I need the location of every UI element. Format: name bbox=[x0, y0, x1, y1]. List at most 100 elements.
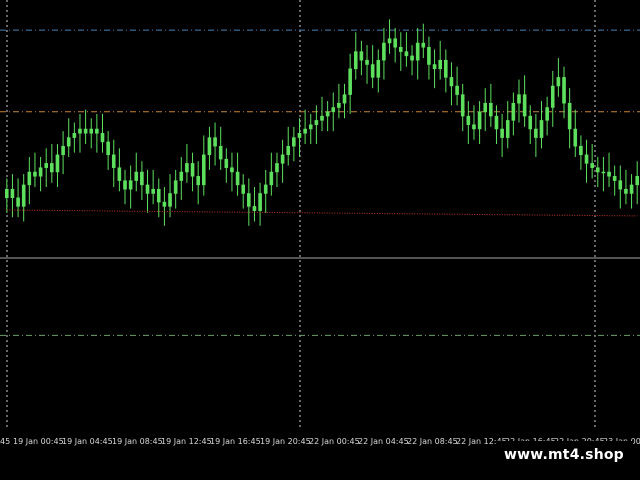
candle-body bbox=[207, 137, 212, 156]
candle-body bbox=[635, 176, 639, 186]
candle-body bbox=[528, 115, 533, 130]
candle-body bbox=[415, 42, 420, 61]
candle-body bbox=[337, 102, 341, 108]
candle-body bbox=[247, 193, 251, 207]
candle-body bbox=[511, 102, 516, 121]
candle-body bbox=[106, 141, 110, 156]
candle-body bbox=[314, 120, 319, 125]
candle-body bbox=[460, 94, 465, 117]
candle-body bbox=[156, 188, 161, 203]
candle-body bbox=[404, 51, 409, 57]
candle-body bbox=[162, 201, 167, 207]
candle-body bbox=[292, 137, 296, 147]
candle-body bbox=[595, 167, 600, 173]
candle-body bbox=[629, 184, 634, 194]
candle-body bbox=[224, 158, 229, 168]
candle-body bbox=[601, 171, 606, 174]
candle-body bbox=[444, 59, 448, 78]
candle-body bbox=[83, 128, 88, 134]
x-tick-label: 19 Jan 12:45 bbox=[161, 437, 212, 446]
candle-body bbox=[27, 171, 32, 186]
candle-body bbox=[258, 193, 262, 211]
candle-body bbox=[438, 59, 442, 70]
candle-body bbox=[556, 77, 561, 87]
candle-body bbox=[140, 171, 144, 186]
candle-body bbox=[562, 77, 566, 104]
candle-body bbox=[539, 120, 544, 138]
candle-body bbox=[16, 197, 20, 207]
candle-body bbox=[567, 102, 572, 130]
candle-body bbox=[275, 163, 279, 173]
watermark-text: www.mt4.shop bbox=[504, 447, 624, 463]
candle-body bbox=[325, 111, 330, 117]
x-tick-label: 19 Jan 04:45 bbox=[62, 437, 113, 446]
price-chart[interactable] bbox=[0, 0, 640, 480]
candle-body bbox=[624, 188, 628, 194]
x-tick-label: 45 bbox=[0, 437, 11, 446]
candle-body bbox=[10, 188, 15, 199]
candle-body bbox=[235, 171, 240, 186]
candle-body bbox=[100, 133, 105, 143]
candle-body bbox=[449, 77, 454, 87]
candle-body bbox=[483, 102, 488, 113]
candle-body bbox=[466, 115, 471, 125]
candle-body bbox=[55, 154, 60, 173]
candle-body bbox=[359, 51, 364, 61]
candle-body bbox=[308, 124, 313, 130]
candle-body bbox=[33, 171, 37, 177]
candle-body bbox=[128, 180, 133, 190]
candle-body bbox=[387, 38, 392, 44]
candle-body bbox=[455, 85, 459, 95]
candle-body bbox=[61, 145, 65, 156]
candle-body bbox=[185, 163, 189, 173]
x-tick-label: 22 Jan 04:45 bbox=[358, 437, 409, 446]
candle-body bbox=[370, 64, 375, 78]
candle-body bbox=[398, 47, 403, 52]
x-tick-label: 22 Jan 08:45 bbox=[407, 437, 458, 446]
candle-body bbox=[190, 163, 195, 177]
candle-body bbox=[477, 111, 482, 130]
candle-body bbox=[134, 171, 139, 181]
x-tick-label: 19 Jan 00:45 bbox=[13, 437, 64, 446]
candle-body bbox=[196, 176, 200, 186]
candle-body bbox=[66, 137, 71, 147]
candle-body bbox=[303, 128, 307, 134]
candle-body bbox=[612, 176, 617, 181]
candle-body bbox=[89, 128, 94, 134]
candle-body bbox=[218, 145, 223, 160]
candle-body bbox=[252, 206, 257, 211]
candle-body bbox=[320, 115, 324, 121]
candle-body bbox=[50, 163, 54, 173]
candle-body bbox=[505, 120, 510, 138]
candle-body bbox=[573, 128, 578, 147]
candle-body bbox=[168, 193, 172, 207]
candle-body bbox=[590, 163, 594, 168]
candle-body bbox=[365, 59, 369, 65]
candle-body bbox=[269, 171, 274, 186]
candle-body bbox=[500, 128, 504, 138]
candle-body bbox=[263, 184, 268, 194]
candle-body bbox=[72, 133, 77, 138]
candle-body bbox=[545, 107, 549, 121]
candle-body bbox=[297, 133, 302, 138]
candle-body bbox=[579, 145, 583, 156]
candle-body bbox=[78, 128, 82, 134]
x-tick-label: 19 Jan 16:45 bbox=[210, 437, 261, 446]
candle-body bbox=[584, 154, 589, 164]
candle-body bbox=[421, 42, 426, 48]
candle-body bbox=[534, 128, 538, 138]
candle-body bbox=[517, 94, 521, 104]
x-tick-label: 19 Jan 20:45 bbox=[260, 437, 311, 446]
candle-body bbox=[522, 94, 527, 117]
candle-body bbox=[117, 167, 122, 181]
candle-body bbox=[241, 184, 246, 194]
candle-body bbox=[427, 47, 431, 65]
candle-body bbox=[410, 55, 414, 61]
moving-average-line bbox=[6, 209, 638, 217]
candle-body bbox=[331, 107, 336, 113]
candle-body bbox=[348, 68, 352, 95]
candle-body bbox=[382, 42, 386, 61]
candle-body bbox=[353, 51, 358, 70]
candle-body bbox=[213, 137, 217, 147]
candle-body bbox=[550, 85, 555, 108]
